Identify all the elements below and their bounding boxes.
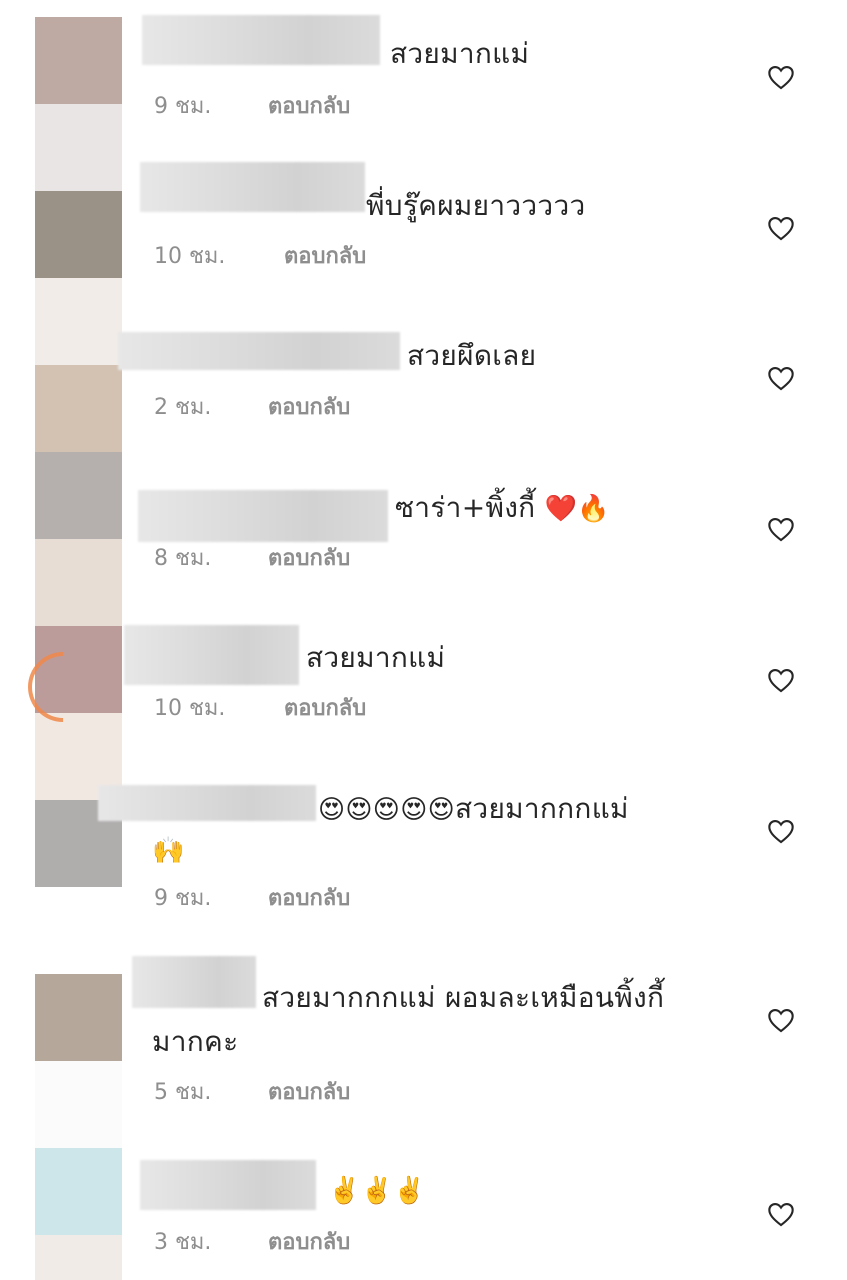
comment-text: ซาร่า+พิ้งกี้ ❤️🔥 bbox=[395, 486, 610, 531]
comment-text: สวยผึดเลย bbox=[407, 339, 537, 372]
avatar-pixel bbox=[35, 452, 122, 539]
heart-outline-icon[interactable] bbox=[767, 818, 795, 844]
reply-button[interactable]: ตอบกลับ bbox=[268, 92, 350, 122]
reply-button[interactable]: ตอบกลับ bbox=[268, 884, 350, 914]
heart-eyes-emoji: 😍😍😍😍😍 bbox=[318, 795, 456, 825]
reply-button[interactable]: ตอบกลับ bbox=[268, 544, 350, 574]
avatar-pixel bbox=[35, 17, 122, 104]
comment-text: ✌️✌️✌️ bbox=[328, 1168, 426, 1213]
avatar-pixel bbox=[35, 539, 122, 626]
username-redacted[interactable] bbox=[142, 15, 380, 65]
avatar-pixel bbox=[35, 1235, 122, 1280]
username-redacted[interactable] bbox=[118, 332, 400, 370]
username-redacted[interactable] bbox=[138, 490, 388, 542]
username-redacted[interactable] bbox=[124, 625, 299, 685]
heart-outline-icon[interactable] bbox=[767, 1201, 795, 1227]
comment-time: 10 ชม. bbox=[154, 244, 226, 269]
avatar-pixel bbox=[35, 278, 122, 365]
avatar-pixel bbox=[35, 191, 122, 278]
comment-time: 10 ชม. bbox=[154, 696, 226, 721]
comment-time: 9 ชม. bbox=[154, 94, 212, 119]
avatar-pixel bbox=[35, 1061, 122, 1148]
reply-button[interactable]: ตอบกลับ bbox=[284, 694, 366, 724]
username-redacted[interactable] bbox=[98, 785, 316, 821]
heart-outline-icon[interactable] bbox=[767, 215, 795, 241]
reply-button[interactable]: ตอบกลับ bbox=[268, 393, 350, 423]
comment-text: พี่บรู๊คผมยาววววว bbox=[366, 189, 586, 222]
avatar-pixel bbox=[35, 104, 122, 191]
raising-hands-emoji: 🙌 bbox=[152, 836, 185, 866]
comment-time: 9 ชม. bbox=[154, 886, 212, 911]
reply-button[interactable]: ตอบกลับ bbox=[268, 1228, 350, 1258]
heart-outline-icon[interactable] bbox=[767, 64, 795, 90]
comment-text: สวยมากแม่ bbox=[306, 641, 446, 674]
comment-text-content: ซาร่า+พิ้งกี้ bbox=[395, 491, 536, 524]
comment-time: 2 ชม. bbox=[154, 395, 212, 420]
avatar-pixel bbox=[35, 1148, 122, 1235]
username-redacted[interactable] bbox=[140, 1160, 316, 1210]
avatar-pixel bbox=[35, 974, 122, 1061]
username-redacted[interactable] bbox=[140, 162, 365, 212]
reply-button[interactable]: ตอบกลับ bbox=[284, 242, 366, 272]
reply-button[interactable]: ตอบกลับ bbox=[268, 1078, 350, 1108]
heart-outline-icon[interactable] bbox=[767, 365, 795, 391]
comment-time: 5 ชม. bbox=[154, 1080, 212, 1105]
comment-time: 8 ชม. bbox=[154, 546, 212, 571]
victory-hand-emoji: ✌️✌️✌️ bbox=[328, 1176, 427, 1206]
heart-outline-icon[interactable] bbox=[767, 667, 795, 693]
comment-text: 😍😍😍😍😍สวยมากกกแม่ bbox=[318, 787, 629, 832]
comment-text: สวยมากกกแม่ ผอมละเหมือนพิ้งกี้ bbox=[262, 981, 665, 1014]
comment-text-line2: 🙌 bbox=[152, 828, 185, 873]
comment-text-content: สวยมากกกแม่ bbox=[455, 792, 629, 825]
heart-outline-icon[interactable] bbox=[767, 1007, 795, 1033]
username-redacted[interactable] bbox=[132, 956, 256, 1008]
heart-outline-icon[interactable] bbox=[767, 516, 795, 542]
heart-fire-emoji: ❤️🔥 bbox=[544, 494, 610, 524]
comment-text-line2: มากคะ bbox=[152, 1025, 239, 1058]
comment-text: สวยมากแม่ bbox=[390, 37, 530, 70]
comment-time: 3 ชม. bbox=[154, 1230, 212, 1255]
avatar-pixel bbox=[35, 365, 122, 452]
